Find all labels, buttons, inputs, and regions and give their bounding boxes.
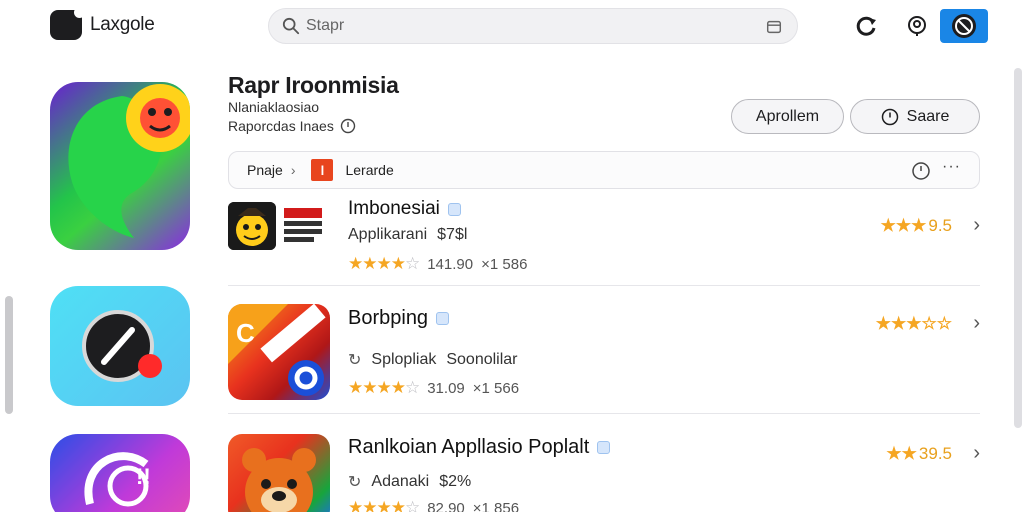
score: ★★★☆☆ bbox=[876, 314, 952, 334]
brand[interactable]: Laxgole bbox=[50, 7, 155, 40]
search-icon bbox=[282, 17, 300, 35]
page-title: Rapr Iroonmisia bbox=[228, 72, 399, 98]
share-button-label: Saare bbox=[906, 107, 950, 125]
search-input[interactable] bbox=[306, 17, 746, 35]
list-item[interactable]: C Borbping ↻ Splopliak Soonolilar ★★★★☆ … bbox=[228, 296, 980, 414]
apply-button-label: Aprollem bbox=[755, 107, 820, 125]
chat-bubble-icon bbox=[68, 84, 190, 238]
app-subtitle: Nlaniaklaosiao bbox=[228, 99, 320, 115]
svg-text:!!: !! bbox=[136, 464, 151, 489]
clock-icon bbox=[881, 108, 898, 125]
app-name: Borbping bbox=[348, 307, 450, 330]
app-price: $2% bbox=[439, 473, 472, 490]
app-thumbnail: C bbox=[228, 304, 330, 400]
share-button[interactable]: Saare bbox=[850, 99, 980, 134]
app-thumbnail bbox=[228, 202, 276, 250]
score-stars-icon: ★★★☆☆ bbox=[875, 314, 952, 333]
star-rating-icon: ★★★★☆ bbox=[348, 378, 420, 397]
score-value: 39.5 bbox=[918, 444, 952, 463]
mascot-icon bbox=[228, 202, 276, 250]
app-thumbnail bbox=[228, 434, 330, 512]
score-value: 9.5 bbox=[928, 216, 952, 235]
filter-bar: Pnaje › l Lerarde ··· bbox=[228, 151, 980, 189]
app-category-name: Soonolilar bbox=[446, 351, 518, 368]
update-icon[interactable] bbox=[852, 11, 882, 41]
filter-tag[interactable]: l bbox=[311, 159, 334, 181]
app-category-label: Raporcdas Inaes bbox=[228, 118, 334, 134]
chevron-right-icon: › bbox=[290, 162, 296, 178]
rating-value: 141.90 bbox=[427, 255, 474, 273]
info-icon[interactable] bbox=[340, 118, 356, 134]
app-meta: ↻ Adanaki $2% bbox=[348, 472, 471, 492]
score-stars-icon: ★★ bbox=[886, 444, 917, 463]
verified-badge-icon bbox=[447, 202, 461, 216]
left-scrollbar[interactable] bbox=[5, 296, 13, 414]
timer-icon[interactable] bbox=[911, 161, 931, 181]
star-rating-icon: ★★★★☆ bbox=[348, 254, 420, 273]
app-meta: Applikarani $7$l bbox=[348, 226, 467, 244]
app-category: Raporcdas Inaes bbox=[228, 118, 356, 134]
list-item[interactable]: Imbonesiai Applikarani $7$l ★★★★☆ 141.90… bbox=[228, 198, 980, 286]
rating-value: 82.90 bbox=[427, 499, 465, 512]
score: ★★ 39.5 bbox=[886, 444, 952, 464]
refresh-icon: ↻ bbox=[348, 474, 362, 491]
score: ★★★ 9.5 bbox=[881, 216, 952, 236]
rating-value: 31.09 bbox=[427, 379, 465, 397]
review-count: ×1 586 bbox=[481, 255, 528, 273]
app-name: Imbonesiai bbox=[348, 198, 461, 220]
headphones-icon: !! bbox=[84, 452, 151, 507]
chevron-right-icon[interactable]: › bbox=[973, 442, 980, 465]
app-name-text: Ranlkoian Appllasio Poplalt bbox=[348, 436, 590, 458]
star-rating-icon: ★★★★☆ bbox=[348, 498, 420, 512]
refresh-icon: ↻ bbox=[348, 352, 362, 369]
record-icon bbox=[82, 310, 162, 382]
music-app-icon[interactable]: !! bbox=[50, 434, 190, 512]
breadcrumb[interactable]: Pnaje bbox=[247, 162, 283, 178]
bell-icon[interactable] bbox=[902, 11, 932, 41]
search-bar[interactable] bbox=[268, 8, 798, 44]
review-count: ×1 566 bbox=[472, 379, 520, 397]
list-item[interactable]: Ranlkoian Appllasio Poplalt ↻ Adanaki $2… bbox=[228, 430, 980, 512]
verified-badge-icon bbox=[597, 441, 611, 454]
promo-thumbnail bbox=[280, 204, 326, 250]
more-icon[interactable]: ··· bbox=[942, 158, 961, 176]
chevron-right-icon[interactable]: › bbox=[973, 312, 980, 335]
bear-mascot-icon bbox=[242, 448, 316, 512]
verified-badge-icon bbox=[436, 312, 450, 325]
app-developer: Adanaki bbox=[371, 473, 430, 490]
app-meta: ↻ Splopliak Soonolilar bbox=[348, 350, 518, 370]
app-name: Ranlkoian Appllasio Poplalt bbox=[348, 436, 611, 459]
brand-name: Laxgole bbox=[90, 14, 155, 35]
account-icon[interactable] bbox=[940, 9, 988, 43]
brand-logo-icon bbox=[50, 7, 85, 40]
svg-text:C: C bbox=[236, 318, 255, 348]
promo-graphic-icon bbox=[284, 208, 322, 242]
app-name-text: Imbonesiai bbox=[348, 198, 440, 219]
filter-label[interactable]: Lerarde bbox=[345, 162, 393, 178]
top-bar: Laxgole bbox=[0, 0, 1024, 54]
app-rating: ★★★★☆ 82.90 ×1 856 bbox=[348, 498, 519, 512]
app-rating: ★★★★☆ 31.09 ×1 566 bbox=[348, 378, 519, 398]
chevron-right-icon[interactable]: › bbox=[973, 214, 980, 237]
right-scrollbar[interactable] bbox=[1014, 68, 1022, 428]
app-price: $7$l bbox=[437, 226, 468, 243]
bookmark-icon[interactable] bbox=[765, 18, 783, 36]
app-rating: ★★★★☆ 141.90 ×1 586 bbox=[348, 254, 527, 274]
featured-app-icon[interactable] bbox=[50, 82, 190, 250]
app-developer: Applikarani bbox=[348, 226, 428, 243]
camera-app-icon[interactable] bbox=[50, 286, 190, 406]
app-name-text: Borbping bbox=[348, 307, 429, 329]
app-developer: Splopliak bbox=[371, 351, 437, 368]
score-stars-icon: ★★★ bbox=[880, 216, 927, 235]
apply-button[interactable]: Aprollem bbox=[731, 99, 844, 134]
review-count: ×1 856 bbox=[472, 499, 520, 512]
game-icon: C bbox=[228, 304, 326, 396]
